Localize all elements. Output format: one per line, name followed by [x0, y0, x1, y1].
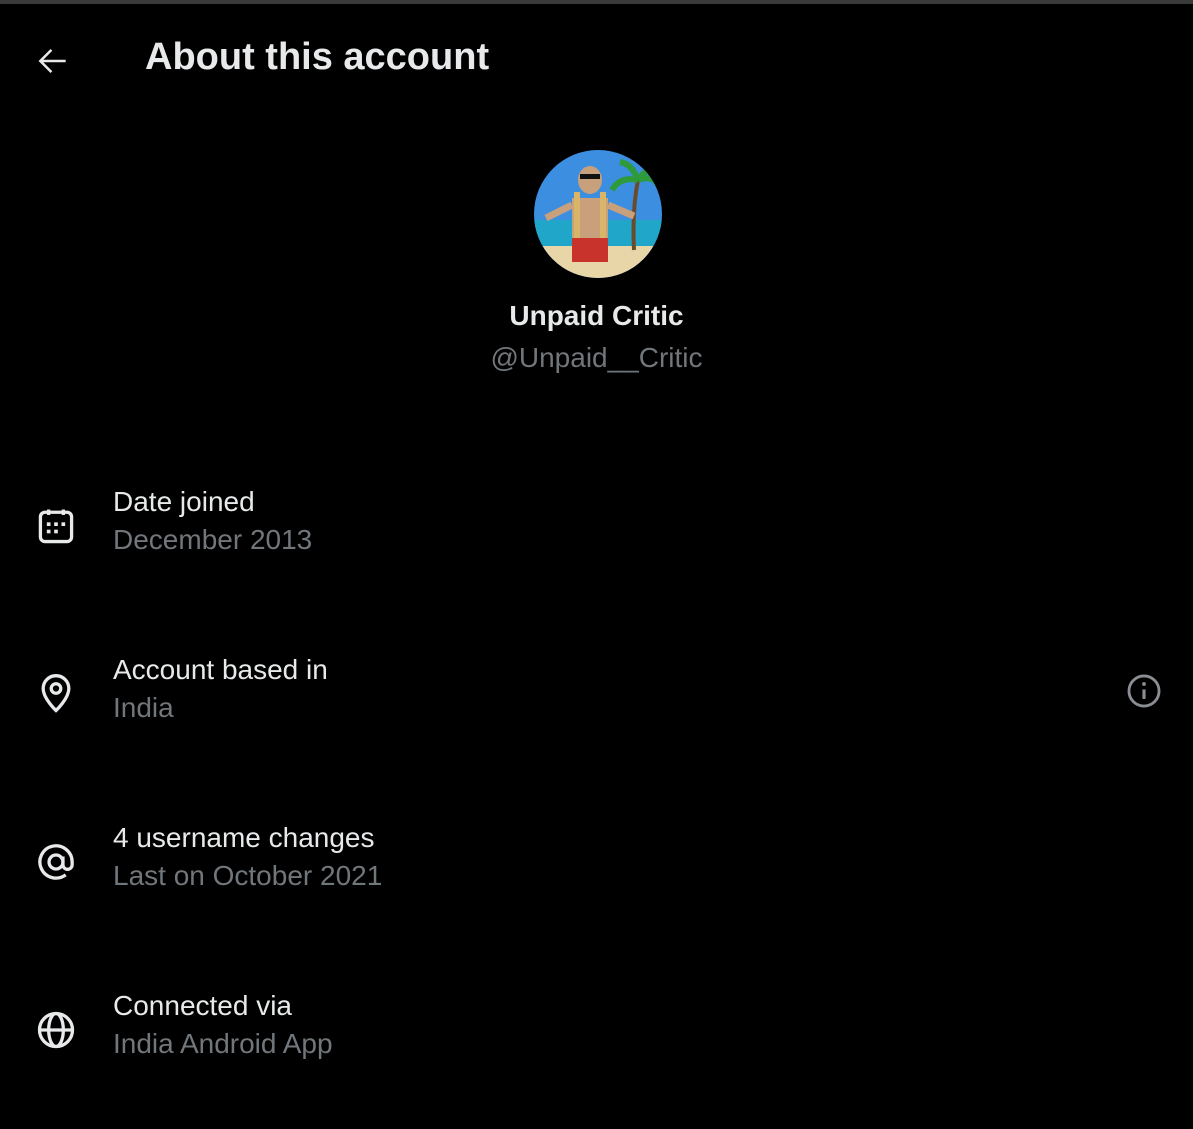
back-arrow-icon[interactable] [34, 42, 72, 80]
at-sign-icon [38, 844, 74, 880]
page-title: About this account [145, 36, 490, 78]
row-label: Connected via [113, 990, 293, 1021]
location-pin-icon [41, 674, 71, 713]
row-value: India [113, 692, 174, 723]
row-value: India Android App [113, 1028, 333, 1059]
row-account-based-in: Account based in India [0, 654, 1193, 754]
row-label: Date joined [113, 486, 255, 517]
info-icon[interactable] [1125, 672, 1163, 710]
row-label: 4 username changes [113, 822, 375, 853]
row-value: Last on October 2021 [113, 860, 383, 891]
globe-icon [37, 1011, 75, 1049]
row-label: Account based in [113, 654, 328, 685]
row-connected-via: Connected via India Android App [0, 990, 1193, 1090]
row-date-joined: Date joined December 2013 [0, 486, 1193, 586]
row-username-changes: 4 username changes Last on October 2021 [0, 822, 1193, 922]
calendar-icon [38, 509, 74, 544]
username-handle: @Unpaid__Critic [490, 342, 703, 373]
avatar[interactable] [534, 150, 662, 278]
row-value: December 2013 [113, 524, 313, 555]
display-name: Unpaid Critic [509, 300, 684, 331]
